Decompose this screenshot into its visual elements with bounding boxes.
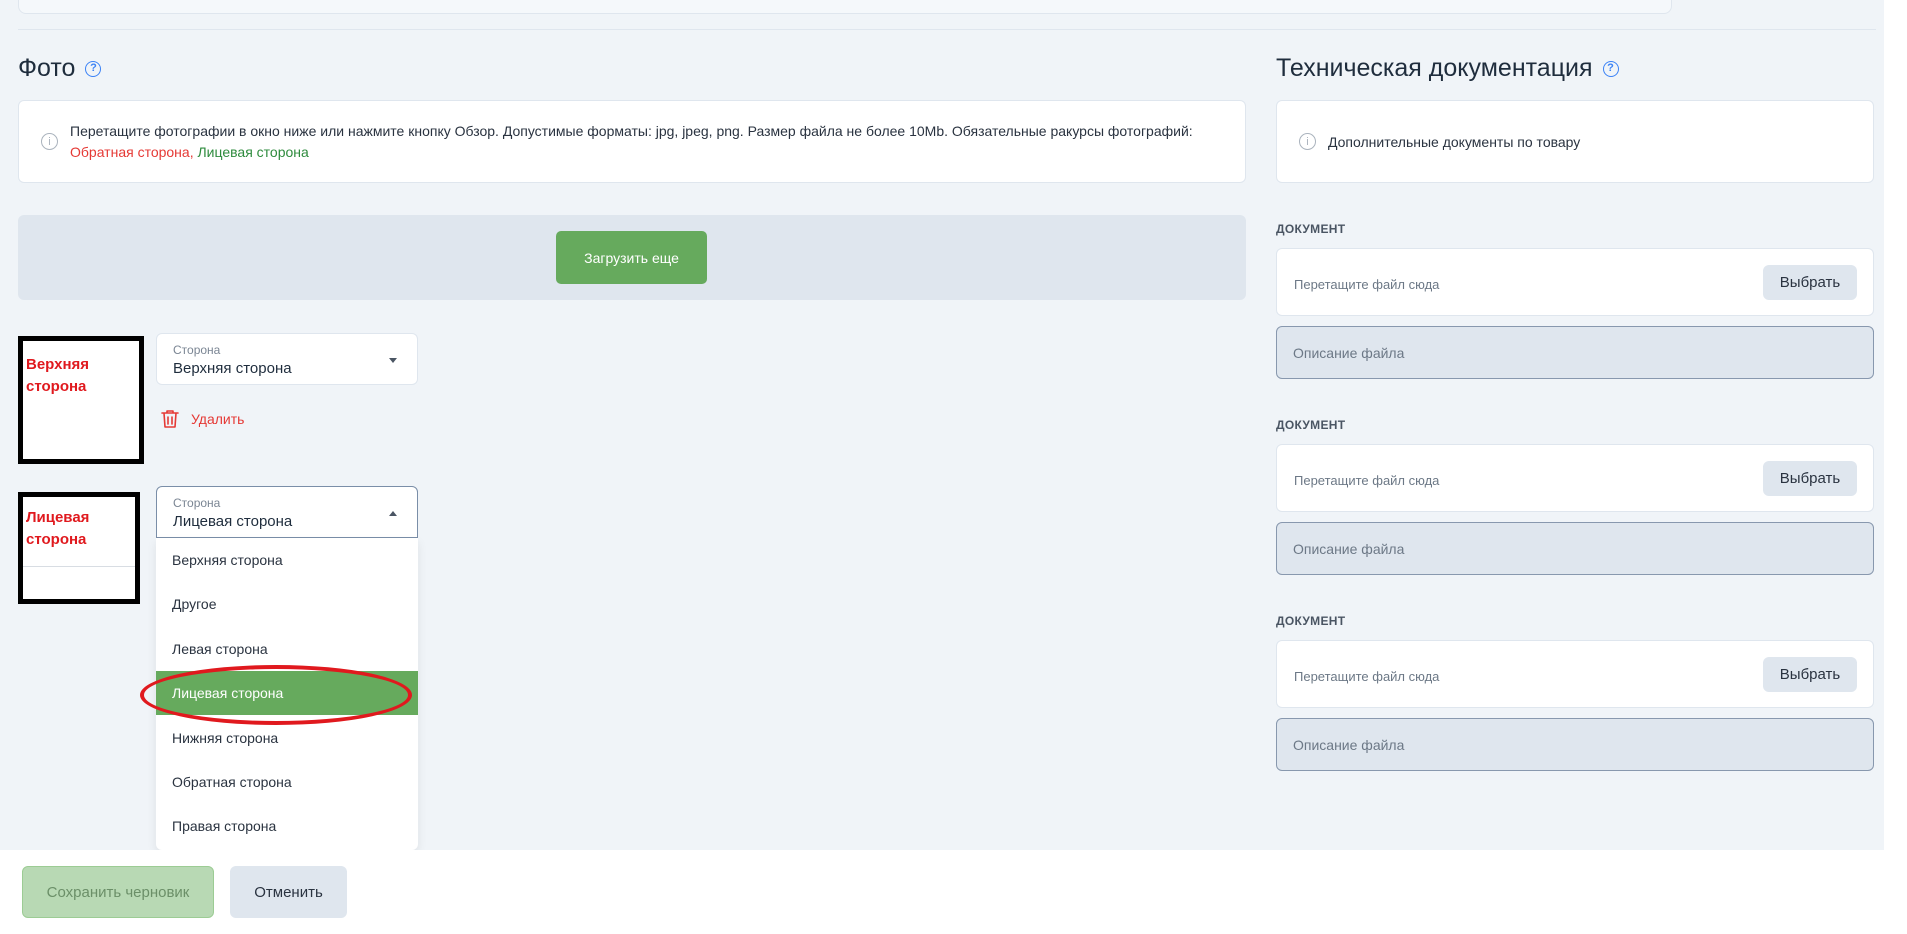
- help-icon[interactable]: ?: [1602, 60, 1619, 77]
- document-label: ДОКУМЕНТ: [1276, 418, 1346, 432]
- side-select-value: Верхняя сторона: [173, 360, 292, 377]
- file-description-input[interactable]: [1276, 326, 1874, 379]
- dropdown-option[interactable]: Другое: [156, 582, 418, 626]
- help-icon[interactable]: ?: [85, 60, 102, 77]
- dropzone-text: Перетащите файл сюда: [1294, 277, 1440, 292]
- photo-thumbnail[interactable]: Верхняя сторона: [18, 336, 144, 464]
- thumbnail-label: Лицевая сторона: [26, 509, 90, 548]
- info-icon: i: [41, 133, 58, 150]
- previous-card: [18, 0, 1672, 14]
- dropzone-text: Перетащите файл сюда: [1294, 473, 1440, 488]
- choose-file-button[interactable]: Выбрать: [1763, 461, 1857, 496]
- info-icon: i: [1299, 133, 1316, 150]
- photo-info-text: Перетащите фотографии в окно ниже или на…: [70, 123, 1193, 160]
- dropdown-option[interactable]: Обратная сторона: [156, 760, 418, 804]
- dropdown-option[interactable]: Верхняя сторона: [156, 538, 418, 582]
- side-select-value: Лицевая сторона: [173, 513, 293, 530]
- save-draft-button[interactable]: Сохранить черновик: [22, 866, 214, 918]
- thumbnail-divider: [23, 566, 135, 567]
- photo-info-box: i Перетащите фотографии в окно ниже или …: [18, 100, 1246, 183]
- choose-file-button[interactable]: Выбрать: [1763, 265, 1857, 300]
- side-dropdown-menu: Верхняя сторона Другое Левая сторона Лиц…: [156, 538, 418, 850]
- main-content: Фото ? i Перетащите фотографии в окно ни…: [0, 0, 1884, 850]
- file-description-input[interactable]: [1276, 522, 1874, 575]
- side-select-open[interactable]: Сторона Лицевая сторона: [156, 486, 418, 538]
- dropdown-option[interactable]: Левая сторона: [156, 627, 418, 671]
- delete-label: Удалить: [191, 411, 245, 427]
- thumbnail-label: Верхняя сторона: [26, 356, 90, 395]
- photo-thumbnail[interactable]: Лицевая сторона: [18, 492, 140, 604]
- cancel-button[interactable]: Отменить: [230, 866, 347, 918]
- trash-icon: [161, 410, 179, 428]
- delete-button[interactable]: Удалить: [161, 409, 244, 429]
- document-dropzone[interactable]: Перетащите файл сюда Выбрать: [1276, 248, 1874, 316]
- document-label: ДОКУМЕНТ: [1276, 614, 1346, 628]
- side-select-label: Сторона: [173, 343, 221, 357]
- document-dropzone[interactable]: Перетащите файл сюда Выбрать: [1276, 640, 1874, 708]
- dropdown-option[interactable]: Нижняя сторона: [156, 716, 418, 760]
- tech-docs-info-box: i Дополнительные документы по товару: [1276, 100, 1874, 183]
- side-select-label: Сторона: [173, 496, 221, 510]
- photo-title: Фото: [18, 54, 76, 82]
- required-angle-front: Лицевая сторона: [197, 144, 309, 160]
- upload-more-button[interactable]: Загрузить еще: [556, 231, 707, 284]
- tech-docs-section-title: Техническая документация ?: [1276, 54, 1619, 83]
- caret-down-icon: [389, 358, 397, 363]
- dropdown-option[interactable]: Правая сторона: [156, 804, 418, 848]
- side-select[interactable]: Сторона Верхняя сторона: [156, 333, 418, 385]
- photo-section-title: Фото ?: [18, 54, 102, 83]
- tech-docs-info-text: Дополнительные документы по товару: [1328, 134, 1581, 150]
- divider: [18, 29, 1876, 30]
- dropdown-option-selected[interactable]: Лицевая сторона: [156, 671, 418, 715]
- required-angle-back: Обратная сторона,: [70, 144, 194, 160]
- caret-up-icon: [389, 511, 397, 516]
- tech-docs-title: Техническая документация: [1276, 54, 1593, 82]
- document-label: ДОКУМЕНТ: [1276, 222, 1346, 236]
- dropzone-text: Перетащите файл сюда: [1294, 669, 1440, 684]
- choose-file-button[interactable]: Выбрать: [1763, 657, 1857, 692]
- document-dropzone[interactable]: Перетащите файл сюда Выбрать: [1276, 444, 1874, 512]
- file-description-input[interactable]: [1276, 718, 1874, 771]
